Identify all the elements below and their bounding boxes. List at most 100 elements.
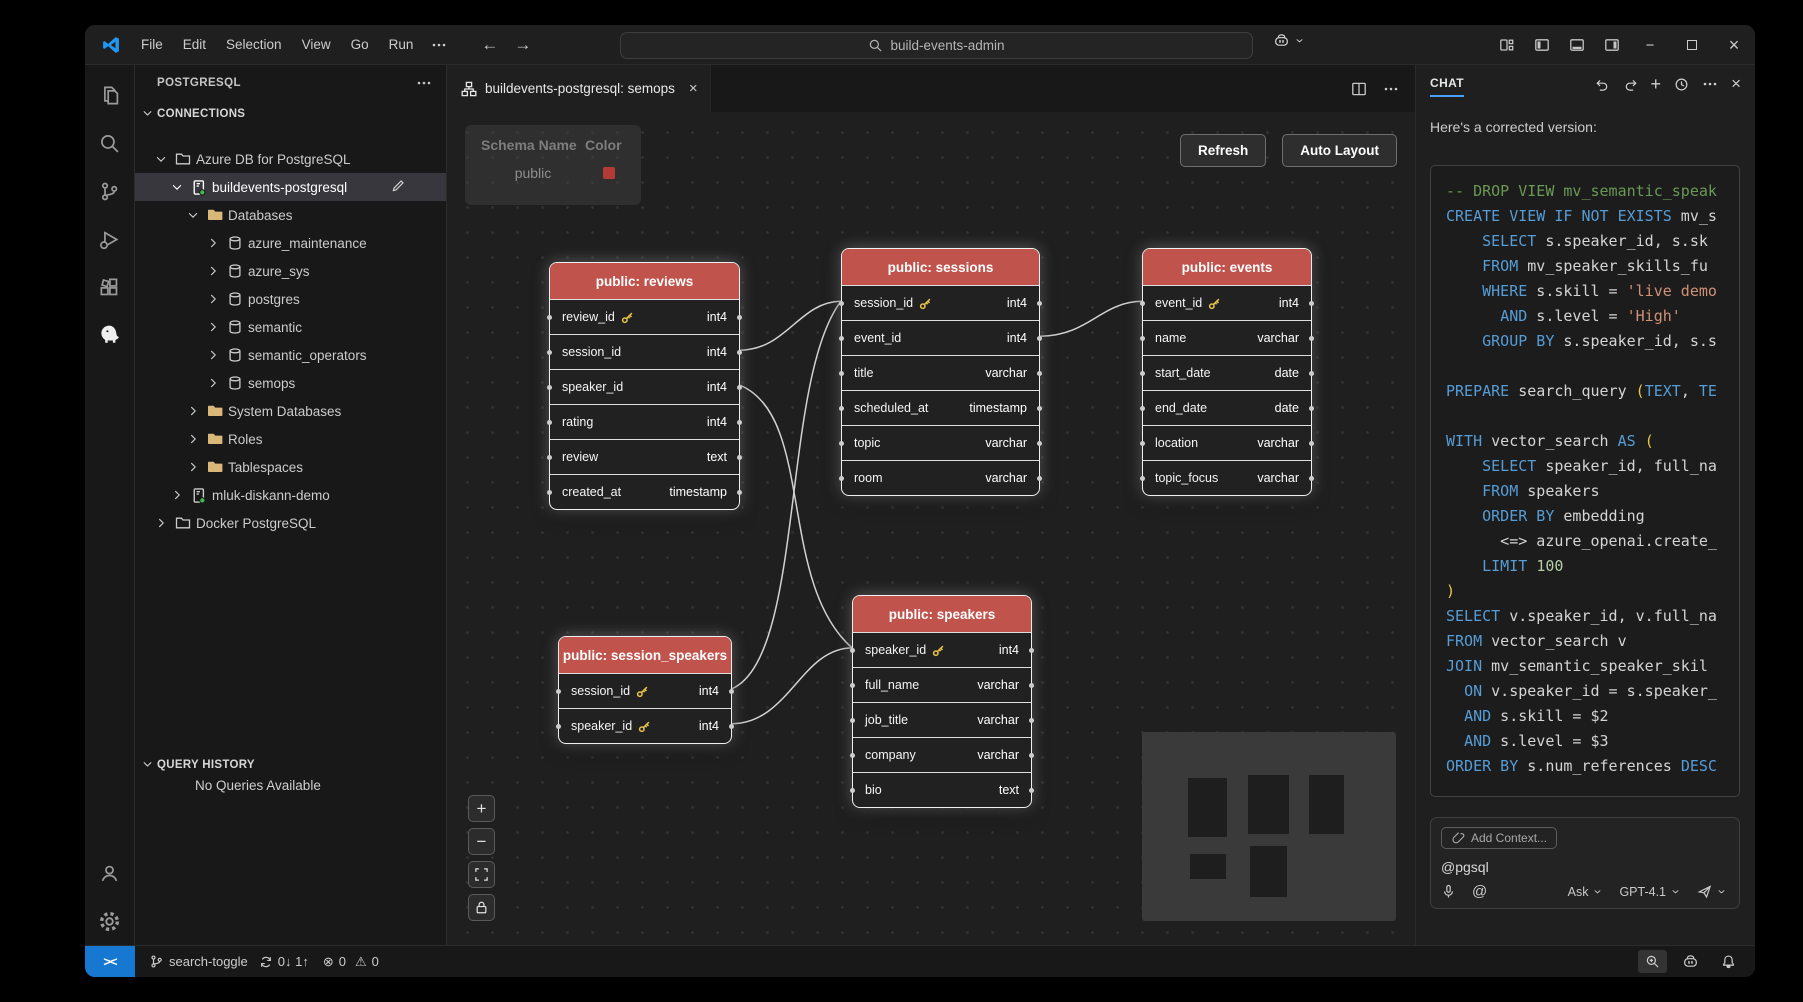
table-column-company[interactable]: companyvarchar (853, 737, 1031, 772)
activity-extensions[interactable] (86, 263, 134, 311)
table-column-session_id[interactable]: session_idint4 (842, 285, 1039, 320)
command-center-search[interactable]: build-events-admin (620, 32, 1253, 59)
menu-file[interactable]: File (131, 37, 173, 52)
table-title[interactable]: public: session_speakers (559, 637, 731, 673)
model-select[interactable]: GPT-4.1 (1619, 885, 1681, 899)
zoom-fit-button[interactable] (468, 861, 495, 888)
remote-indicator[interactable]: >< (85, 946, 135, 977)
table-column-topic[interactable]: topicvarchar (842, 425, 1039, 460)
table-column-bio[interactable]: biotext (853, 772, 1031, 807)
chat-panel-title[interactable]: CHAT (1430, 76, 1464, 97)
table-column-topic_focus[interactable]: topic_focusvarchar (1143, 460, 1311, 495)
query-history-section-header[interactable]: QUERY HISTORY (135, 752, 446, 778)
menu-edit[interactable]: Edit (173, 37, 216, 52)
lock-canvas-button[interactable] (468, 894, 495, 921)
table-column-event_id[interactable]: event_idint4 (1143, 285, 1311, 320)
copilot-status-icon[interactable] (1675, 950, 1706, 973)
menu-run[interactable]: Run (379, 37, 424, 52)
table-column-job_title[interactable]: job_titlevarchar (853, 702, 1031, 737)
problems-status-item[interactable]: ⊗ 0 ⚠ 0 (323, 954, 379, 970)
table-column-room[interactable]: roomvarchar (842, 460, 1039, 495)
branch-status-item[interactable]: search-toggle 0↓ 1↑ (149, 954, 309, 969)
table-column-scheduled_at[interactable]: scheduled_attimestamp (842, 390, 1039, 425)
tree-item-docker-postgresql[interactable]: Docker PostgreSQL (135, 509, 446, 537)
table-node-public-events[interactable]: public: eventsevent_idint4namevarcharsta… (1142, 248, 1312, 496)
activity-postgresql[interactable] (86, 311, 134, 359)
table-column-speaker_id[interactable]: speaker_idint4 (853, 632, 1031, 667)
auto-layout-button[interactable]: Auto Layout (1282, 134, 1397, 167)
table-title[interactable]: public: sessions (842, 249, 1039, 285)
tree-item-tablespaces[interactable]: Tablespaces (135, 453, 446, 481)
tab-close-icon[interactable]: × (689, 80, 698, 97)
menu-overflow-icon[interactable] (423, 37, 455, 53)
chat-history-icon[interactable] (1674, 77, 1689, 92)
table-node-public-session-speakers[interactable]: public: session_speakerssession_idint4sp… (558, 636, 732, 744)
toggle-secondary-sidebar-icon[interactable] (1594, 25, 1629, 65)
activity-run-debug[interactable] (86, 215, 134, 263)
table-column-review_id[interactable]: review_idint4 (550, 299, 739, 334)
table-column-session_id[interactable]: session_idint4 (550, 334, 739, 369)
table-node-public-speakers[interactable]: public: speakersspeaker_idint4full_namev… (852, 595, 1032, 808)
tree-item-roles[interactable]: Roles (135, 425, 446, 453)
tree-item-semantic-operators[interactable]: semantic_operators (135, 341, 446, 369)
zoom-out-button[interactable]: − (468, 828, 495, 855)
window-minimize-button[interactable]: − (1629, 25, 1671, 65)
chat-input-box[interactable]: Add Context... @pgsql @ Ask GPT-4.1 (1430, 817, 1740, 909)
editor-more-actions-icon[interactable] (1383, 81, 1399, 97)
activity-settings[interactable] (86, 897, 134, 945)
tree-item-azure-maintenance[interactable]: azure_maintenance (135, 229, 446, 257)
tree-item-azure-db-for-postgresql[interactable]: Azure DB for PostgreSQL (135, 145, 446, 173)
activity-explorer[interactable] (86, 71, 134, 119)
zoom-status-icon[interactable] (1638, 950, 1667, 973)
copilot-menu[interactable] (1273, 33, 1305, 48)
table-column-session_id[interactable]: session_idint4 (559, 673, 731, 708)
tree-item-postgres[interactable]: postgres (135, 285, 446, 313)
microphone-icon[interactable] (1441, 884, 1456, 899)
tree-item-buildevents-postgresql[interactable]: buildevents-postgresql (135, 173, 446, 201)
tab-schema-visualization[interactable]: buildevents-postgresql: semops × (447, 65, 711, 112)
table-node-public-sessions[interactable]: public: sessionssession_idint4event_idin… (841, 248, 1040, 496)
tree-item-azure-sys[interactable]: azure_sys (135, 257, 446, 285)
nav-forward-icon[interactable]: → (514, 35, 531, 55)
tree-item-mluk-diskann-demo[interactable]: mluk-diskann-demo (135, 481, 446, 509)
table-column-speaker_id[interactable]: speaker_idint4 (559, 708, 731, 743)
chat-close-icon[interactable]: × (1731, 77, 1741, 91)
new-chat-icon[interactable]: + (1651, 77, 1662, 91)
split-editor-icon[interactable] (1351, 81, 1367, 97)
schema-diagram-canvas[interactable]: public: reviewsreview_idint4session_idin… (447, 112, 1415, 945)
menu-selection[interactable]: Selection (216, 37, 292, 52)
window-maximize-button[interactable] (1671, 25, 1713, 65)
table-column-location[interactable]: locationvarchar (1143, 425, 1311, 460)
activity-search[interactable] (86, 119, 134, 167)
table-column-start_date[interactable]: start_datedate (1143, 355, 1311, 390)
table-title[interactable]: public: speakers (853, 596, 1031, 632)
edit-connection-icon[interactable] (391, 178, 406, 196)
menu-view[interactable]: View (292, 37, 341, 52)
chat-input-text[interactable]: @pgsql (1441, 859, 1729, 875)
menu-go[interactable]: Go (341, 37, 379, 52)
table-column-rating[interactable]: ratingint4 (550, 404, 739, 439)
window-close-button[interactable]: × (1713, 25, 1755, 65)
redo-icon[interactable] (1623, 77, 1638, 92)
table-column-full_name[interactable]: full_namevarchar (853, 667, 1031, 702)
chat-mode-select[interactable]: Ask (1568, 885, 1604, 899)
nav-back-icon[interactable]: ← (481, 35, 498, 55)
toggle-panel-icon[interactable] (1559, 25, 1594, 65)
undo-icon[interactable] (1595, 77, 1610, 92)
table-column-title[interactable]: titlevarchar (842, 355, 1039, 390)
table-title[interactable]: public: events (1143, 249, 1311, 285)
tree-item-databases[interactable]: Databases (135, 201, 446, 229)
tree-item-semantic[interactable]: semantic (135, 313, 446, 341)
diagram-minimap[interactable] (1142, 732, 1396, 921)
table-column-speaker_id[interactable]: speaker_idint4 (550, 369, 739, 404)
notifications-bell-icon[interactable] (1714, 950, 1743, 973)
tree-item-semops[interactable]: semops (135, 369, 446, 397)
table-column-event_id[interactable]: event_idint4 (842, 320, 1039, 355)
send-button[interactable] (1697, 884, 1727, 899)
connections-section-header[interactable]: CONNECTIONS (135, 101, 446, 127)
refresh-button[interactable]: Refresh (1180, 134, 1266, 167)
chat-more-actions-icon[interactable] (1702, 76, 1718, 92)
add-context-button[interactable]: Add Context... (1441, 827, 1557, 849)
activity-account[interactable] (86, 849, 134, 897)
table-column-end_date[interactable]: end_datedate (1143, 390, 1311, 425)
